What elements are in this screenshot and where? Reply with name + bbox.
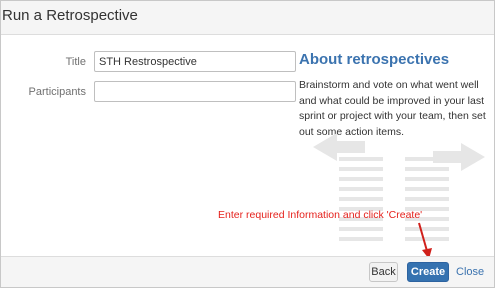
create-button[interactable]: Create [407,262,449,282]
about-description: Brainstorm and vote on what went well an… [299,79,486,138]
right-list-line [405,187,449,191]
right-list-line [405,157,449,161]
retrospective-illustration [313,133,485,241]
back-button[interactable]: Back [369,262,398,282]
right-list-line [405,177,449,181]
dialog-footer: Back Create Close [1,256,494,287]
left-arrow-icon [313,133,365,161]
left-list-line [339,187,383,191]
right-list-line [405,167,449,171]
left-list-line [339,197,383,201]
title-input[interactable] [94,51,296,72]
dialog-header: Run a Retrospective [1,1,494,35]
dialog-title: Run a Retrospective [2,7,138,24]
left-list-line [339,177,383,181]
about-heading: About retrospectives [299,51,450,68]
left-list-line [339,157,383,161]
close-link[interactable]: Close [456,266,484,278]
annotation-arrow-icon [418,222,432,259]
participants-label: Participants [28,86,86,98]
left-list-line [339,227,383,231]
retrospective-dialog: Run a Retrospective Title Participants A… [0,0,495,288]
title-label: Title [65,56,86,68]
instruction-annotation: Enter required Information and click 'Cr… [218,209,423,221]
participants-input[interactable] [94,81,296,102]
left-list-line [339,237,383,241]
right-list-line [405,197,449,201]
left-list-line [339,167,383,171]
